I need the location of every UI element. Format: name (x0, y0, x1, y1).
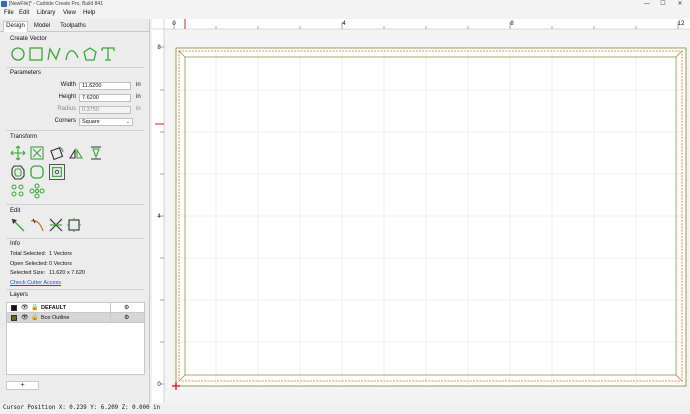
lock-icon[interactable]: 🔒 (31, 314, 38, 321)
menu-library[interactable]: Library (37, 10, 55, 16)
curve-icon[interactable] (64, 46, 80, 62)
eye-icon[interactable]: 👁 (21, 304, 29, 311)
divider (6, 130, 144, 131)
cut-icon[interactable] (48, 217, 64, 233)
layers-list: 👁 🔒 DEFAULT ⚙ 👁 🔒 Box Outline ⚙ (6, 302, 145, 375)
round-corners-icon[interactable] (29, 164, 45, 180)
minimize-button[interactable]: — (640, 0, 654, 9)
polygon-icon[interactable] (82, 46, 98, 62)
divider (110, 303, 111, 313)
top-ruler-label: 12 (678, 21, 685, 27)
tab-design[interactable]: Design (3, 21, 28, 32)
boolean-icon[interactable] (49, 164, 65, 180)
window-title: [NewFile]* - Carbide Create Pro, Build 8… (9, 1, 103, 7)
total-selected-row: Total Selected: 1 Vectors (10, 251, 72, 257)
selected-size-label: Selected Size: (10, 270, 46, 276)
text-icon[interactable] (100, 46, 116, 62)
radius-unit: in (136, 106, 141, 112)
divider (6, 67, 144, 68)
scale-icon[interactable] (29, 145, 45, 161)
layer-color-swatch[interactable] (11, 305, 17, 311)
open-selected-value: 0 Vectors (49, 261, 72, 267)
create-vector-title: Create Vector (10, 36, 47, 42)
array-icon[interactable] (10, 183, 26, 199)
eye-icon[interactable]: 👁 (21, 314, 29, 321)
panel-tabs: Design Model Toolpaths (0, 19, 150, 32)
close-button[interactable]: ✕ (673, 0, 687, 9)
title-bar: [NewFile]* - Carbide Create Pro, Build 8… (0, 0, 690, 9)
gear-icon[interactable]: ⚙ (124, 304, 129, 311)
gear-icon[interactable]: ⚙ (124, 314, 129, 321)
tab-toolpaths[interactable]: Toolpaths (58, 22, 88, 32)
menu-file[interactable]: File (4, 10, 14, 16)
layer-color-swatch[interactable] (11, 315, 17, 321)
polyline-icon[interactable] (46, 46, 62, 62)
group-icon[interactable] (66, 217, 82, 233)
height-field[interactable]: 7.6200 (79, 94, 131, 102)
divider (144, 313, 145, 323)
menu-view[interactable]: View (63, 10, 76, 16)
circular-array-icon[interactable] (29, 183, 45, 199)
left-ruler (152, 19, 164, 403)
radius-label: Radius (57, 106, 76, 112)
offset-icon[interactable] (10, 164, 26, 180)
menu-help[interactable]: Help (83, 10, 95, 16)
info-title: Info (10, 241, 21, 247)
height-label: Height (58, 94, 76, 100)
selected-size-value: 11.620 x 7.620 (49, 270, 85, 276)
circle-icon[interactable] (10, 46, 26, 62)
maximize-button[interactable]: ☐ (656, 0, 670, 9)
layers-title: Layers (10, 292, 29, 298)
selected-size-row: Selected Size: 11.620 x 7.620 (10, 270, 85, 276)
divider (6, 204, 144, 205)
status-bar: Cursor Position X: 0.239 Y: 6.209 Z: 0.0… (0, 403, 690, 414)
parameters-title: Parameters (10, 70, 42, 76)
move-icon[interactable] (10, 145, 26, 161)
layer-name: Box Outline (41, 315, 70, 321)
transform-title: Transform (10, 134, 38, 140)
mirror-icon[interactable] (68, 145, 84, 161)
rectangle-icon[interactable] (28, 46, 44, 62)
layer-name: DEFAULT (41, 305, 66, 311)
align-icon[interactable] (88, 145, 104, 161)
divider (144, 303, 145, 313)
width-field[interactable]: 11.6200 (79, 82, 131, 90)
trim-icon[interactable] (29, 217, 45, 233)
menu-bar: File Edit Library View Help (0, 9, 690, 19)
divider (110, 313, 111, 323)
tab-model[interactable]: Model (32, 22, 52, 32)
corners-value: Square (82, 119, 100, 125)
width-label: Width (60, 82, 76, 88)
node-edit-icon[interactable] (10, 217, 26, 233)
corners-label: Corners (54, 118, 76, 124)
total-selected-value: 1 Vectors (49, 251, 72, 257)
edit-title: Edit (10, 208, 21, 214)
menu-edit[interactable]: Edit (19, 10, 29, 16)
stock-material (175, 47, 687, 387)
divider (6, 238, 144, 239)
corners-select[interactable]: Square ⌄ (79, 118, 133, 126)
total-selected-label: Total Selected: (10, 251, 47, 257)
add-layer-button[interactable]: + (6, 381, 39, 390)
layer-row-default[interactable]: 👁 🔒 DEFAULT ⚙ (7, 303, 145, 313)
chevron-down-icon: ⌄ (125, 119, 130, 125)
lock-icon[interactable]: 🔒 (31, 304, 38, 311)
divider (6, 289, 144, 290)
cursor-position: Cursor Position X: 0.239 Y: 6.209 Z: 0.0… (3, 405, 161, 411)
design-canvas[interactable]: 0 4 8 12 8 4 0 (152, 19, 690, 403)
top-ruler (152, 19, 690, 29)
open-selected-row: Open Selected: 0 Vectors (10, 261, 72, 267)
layer-row-box-outline[interactable]: 👁 🔒 Box Outline ⚙ (7, 313, 145, 323)
open-selected-label: Open Selected: (10, 261, 48, 267)
check-cutter-link[interactable]: Check Cutter Access (10, 280, 61, 286)
width-unit: in (136, 82, 141, 88)
rotate-icon[interactable] (49, 145, 65, 161)
radius-field: 0.3750 (79, 106, 131, 114)
app-icon (1, 1, 7, 7)
height-unit: in (136, 94, 141, 100)
